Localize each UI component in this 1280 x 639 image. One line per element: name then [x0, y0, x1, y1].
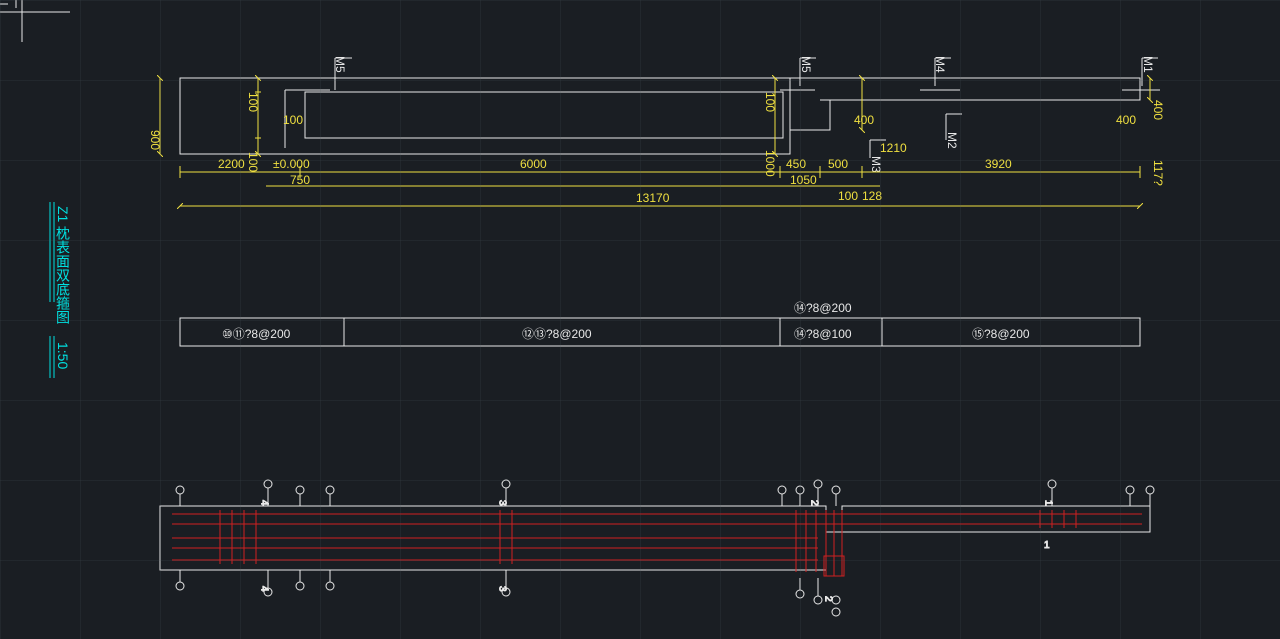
dim-1210: 1210 [880, 141, 907, 155]
svg-text:4: 4 [259, 500, 270, 506]
drawing-svg: M5 M5 M4 M1 M2 M3 900 100 100 100 ±0.000 [0, 0, 1280, 639]
svg-text:1: 1 [1044, 540, 1050, 551]
label-m3: M3 [869, 156, 883, 173]
cad-canvas[interactable]: M5 M5 M4 M1 M2 M3 900 100 100 100 ±0.000 [0, 0, 1280, 639]
cell1: ⑩⑪?8@200 [222, 327, 291, 341]
bottom-elevation [160, 506, 1150, 576]
svg-text:3: 3 [497, 586, 508, 592]
label-m4: M4 [933, 56, 947, 73]
cell3: ⑭?8@100 [794, 327, 852, 341]
dim-100d: 100 [838, 189, 858, 203]
dim-zero: ±0.000 [273, 157, 310, 171]
dim-3920: 3920 [985, 157, 1012, 171]
dim-tiny: 117? [1151, 160, 1165, 186]
svg-text:1: 1 [1043, 500, 1054, 506]
label-m5a: M5 [333, 56, 347, 73]
dim-128: 128 [862, 189, 882, 203]
drawing-scale: 1:50 [55, 342, 71, 369]
drawing-title: Z1 枕表面双底箍图 [55, 206, 71, 325]
label-m5b: M5 [799, 56, 813, 73]
dim-total: 13170 [636, 191, 670, 205]
dim-1050: 1050 [790, 173, 817, 187]
dim-6000: 6000 [520, 157, 547, 171]
dim-100c: 100 [283, 113, 303, 127]
top-elevation [180, 58, 1160, 158]
dim-500: 500 [828, 157, 848, 171]
dim-750: 750 [290, 173, 310, 187]
svg-text:2: 2 [823, 596, 834, 602]
dim-100a: 100 [246, 92, 260, 112]
svg-text:3: 3 [497, 500, 508, 506]
dim-400a: 400 [854, 113, 874, 127]
dim-900: 900 [148, 130, 162, 150]
dim-2200: 2200 [218, 157, 245, 171]
dim-r1000: 1000 [763, 150, 777, 177]
origin-marker [0, 0, 70, 42]
svg-text:4: 4 [259, 586, 270, 592]
dim-100b: 100 [246, 152, 260, 172]
cell3t: ⑭?8@200 [794, 301, 852, 315]
svg-text:2: 2 [809, 500, 820, 506]
dim-400c: 400 [1116, 113, 1136, 127]
rebar-table: ⑩⑪?8@200 ⑫⑬?8@200 ⑭?8@200 ⑭?8@100 ⑮?8@20… [180, 301, 1140, 346]
label-m1: M1 [1141, 56, 1155, 73]
cell2: ⑫⑬?8@200 [522, 327, 592, 341]
cell4: ⑮?8@200 [972, 327, 1030, 341]
dim-450: 450 [786, 157, 806, 171]
dim-400b: 400 [1151, 100, 1165, 120]
dim-r100: 100 [763, 92, 777, 112]
dimensions: 900 100 100 100 ±0.000 100 1000 400 400 … [148, 78, 1165, 206]
label-m2: M2 [945, 132, 959, 149]
